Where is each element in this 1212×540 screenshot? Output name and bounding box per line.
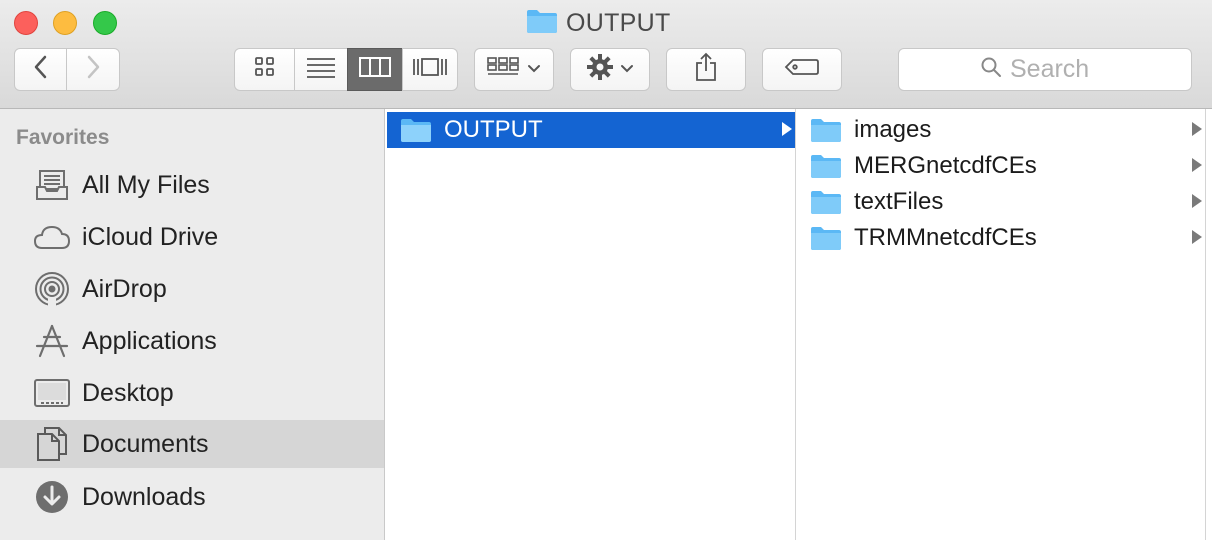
- column-item-images[interactable]: images: [797, 112, 1205, 148]
- sidebar-item-label: Applications: [82, 326, 217, 355]
- sidebar-item-label: Desktop: [82, 378, 174, 407]
- column-3: [1206, 109, 1212, 540]
- folder-icon: [810, 153, 842, 184]
- forward-button[interactable]: [66, 48, 120, 91]
- sidebar: Favorites All My Files iCloud Drive AirD…: [0, 109, 385, 540]
- gear-icon: [586, 53, 614, 86]
- chevron-right-icon: [85, 54, 101, 85]
- sidebar-item-documents[interactable]: Documents: [0, 420, 384, 468]
- chevron-down-icon: [620, 61, 634, 79]
- column-item-trmmnetcdfces[interactable]: TRMMnetcdfCEs: [797, 220, 1205, 256]
- folder-icon: [526, 8, 558, 39]
- sidebar-item-label: Downloads: [82, 482, 206, 511]
- columns-icon: [359, 56, 391, 83]
- window-title-text: OUTPUT: [566, 8, 671, 37]
- arrange-button[interactable]: [474, 48, 554, 91]
- folder-icon: [400, 117, 432, 148]
- close-window-button[interactable]: [14, 11, 38, 35]
- desktop-icon: [33, 374, 71, 412]
- sidebar-item-desktop[interactable]: Desktop: [0, 369, 384, 417]
- sidebar-item-applications[interactable]: Applications: [0, 317, 384, 365]
- folder-name: TRMMnetcdfCEs: [854, 224, 1037, 251]
- sidebar-item-label: iCloud Drive: [82, 222, 219, 251]
- folder-name: OUTPUT: [444, 116, 543, 143]
- sidebar-item-icloud-drive[interactable]: iCloud Drive: [0, 213, 384, 261]
- window-toolbar: OUTPUT: [0, 0, 1212, 109]
- icon-grid-icon: [254, 56, 276, 83]
- column-item-output[interactable]: OUTPUT: [387, 112, 795, 148]
- all-files-icon: [33, 166, 71, 204]
- disclosure-arrow-icon: [1192, 158, 1202, 172]
- documents-icon: [33, 425, 71, 463]
- list-icon: [306, 56, 336, 83]
- column-2: images MERGnetcdfCEs textFiles TRMMnetcd…: [797, 109, 1206, 540]
- folder-name: images: [854, 116, 932, 143]
- coverflow-icon: [412, 56, 448, 83]
- sidebar-item-airdrop[interactable]: AirDrop: [0, 265, 384, 313]
- arrange-grid-icon: [487, 56, 519, 83]
- tag-button[interactable]: [762, 48, 842, 91]
- chevron-left-icon: [33, 54, 49, 85]
- search-icon: [980, 56, 1002, 83]
- sidebar-item-downloads[interactable]: Downloads: [0, 473, 384, 521]
- downloads-icon: [33, 478, 71, 516]
- disclosure-arrow-icon: [1192, 122, 1202, 136]
- folder-name: textFiles: [854, 188, 944, 215]
- icon-view-button[interactable]: [234, 48, 295, 91]
- column-view-button[interactable]: [347, 48, 403, 91]
- search-field[interactable]: [898, 48, 1192, 91]
- applications-icon: [33, 322, 71, 360]
- sidebar-item-label: All My Files: [82, 170, 210, 199]
- column-item-mergnetcdfces[interactable]: MERGnetcdfCEs: [797, 148, 1205, 184]
- zoom-window-button[interactable]: [93, 11, 117, 35]
- list-view-button[interactable]: [294, 48, 348, 91]
- tag-icon: [784, 57, 820, 82]
- window-title: OUTPUT: [526, 8, 671, 38]
- coverflow-view-button[interactable]: [402, 48, 458, 91]
- action-button[interactable]: [570, 48, 650, 91]
- cloud-icon: [33, 218, 71, 256]
- sidebar-item-label: Documents: [82, 429, 209, 458]
- disclosure-arrow-icon: [1192, 230, 1202, 244]
- folder-icon: [810, 225, 842, 256]
- share-icon: [694, 52, 718, 87]
- back-button[interactable]: [14, 48, 67, 91]
- minimize-window-button[interactable]: [53, 11, 77, 35]
- disclosure-arrow-icon: [782, 122, 792, 136]
- folder-icon: [810, 117, 842, 148]
- share-button[interactable]: [666, 48, 746, 91]
- column-1: OUTPUT: [387, 109, 796, 540]
- sidebar-item-all-my-files[interactable]: All My Files: [0, 161, 384, 209]
- sidebar-item-label: AirDrop: [82, 274, 167, 303]
- airdrop-icon: [33, 270, 71, 308]
- disclosure-arrow-icon: [1192, 194, 1202, 208]
- search-input[interactable]: [1010, 55, 1110, 84]
- folder-icon: [810, 189, 842, 220]
- chevron-down-icon: [527, 61, 541, 79]
- folder-name: MERGnetcdfCEs: [854, 152, 1037, 179]
- sidebar-section-favorites: Favorites: [16, 126, 110, 149]
- column-item-textfiles[interactable]: textFiles: [797, 184, 1205, 220]
